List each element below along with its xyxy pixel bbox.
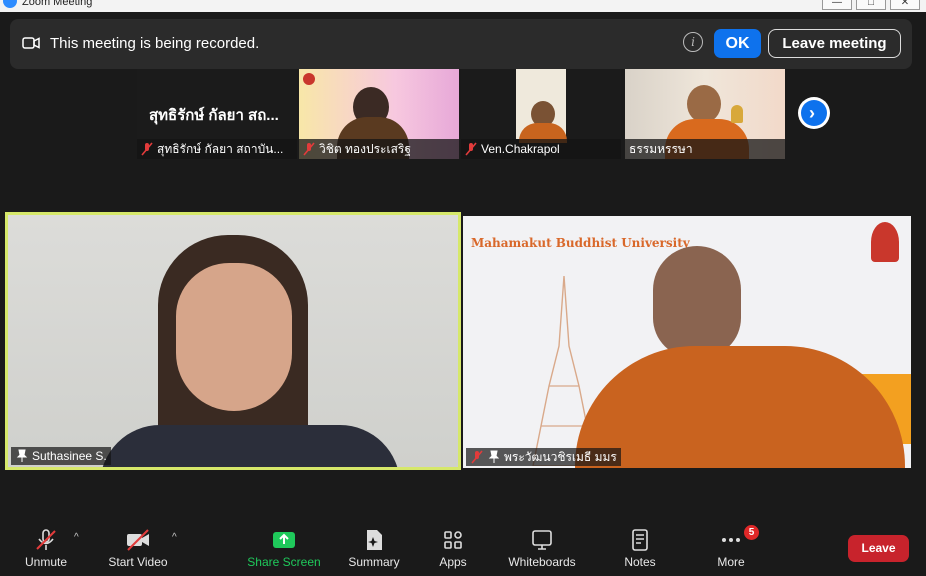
more-dots-icon: [722, 538, 740, 542]
recording-message: This meeting is being recorded.: [50, 35, 260, 52]
meeting-toolbar: Unmute ^ Start Video ^ Share Screen Summ…: [0, 520, 926, 576]
recording-banner: This meeting is being recorded. i OK Lea…: [10, 19, 912, 69]
participant-name: วิชิต ทองประเสริฐ: [319, 142, 411, 156]
notes-label: Notes: [624, 555, 656, 569]
virtual-background-title: Mahamakut Buddhist University: [471, 236, 690, 250]
summary-label: Summary: [348, 555, 400, 569]
video-off-icon: [127, 529, 149, 551]
start-video-label: Start Video: [108, 555, 168, 569]
participant-head: [687, 85, 721, 123]
maximize-button[interactable]: □: [856, 0, 886, 10]
participant-thumbnail[interactable]: สุทธิรักษ์ กัลยา สถ... สุทธิรักษ์ กัลยา …: [137, 69, 297, 159]
video-camera-icon: [22, 37, 40, 49]
zoom-logo-icon: [3, 0, 17, 8]
info-icon[interactable]: i: [683, 32, 703, 52]
participant-name-overlay: สุทธิรักษ์ กัลยา สถ...: [149, 107, 279, 124]
buddha-statue-icon: [731, 105, 743, 123]
chevron-right-icon: ›: [809, 103, 815, 123]
whiteboards-button[interactable]: Whiteboards: [506, 528, 578, 569]
participant-name: สุทธิรักษ์ กัลยา สถาบัน...: [157, 142, 284, 156]
apps-button[interactable]: Apps: [432, 528, 474, 569]
participant-name-bar: พระวัฒนวชิรเมธี มมร: [466, 448, 621, 466]
participant-name: ธรรมหรรษา: [629, 142, 693, 156]
participant-thumbnail[interactable]: Ven.Chakrapol: [461, 69, 621, 159]
apps-icon: [444, 531, 462, 549]
minimize-button[interactable]: —: [822, 0, 852, 10]
leave-button[interactable]: Leave: [848, 535, 909, 562]
start-video-button[interactable]: Start Video: [105, 528, 171, 569]
participant-name-bar: วิชิต ทองประเสริฐ: [299, 139, 459, 159]
next-page-button[interactable]: ›: [798, 97, 830, 129]
more-notification-badge: 5: [744, 525, 759, 540]
participant-name-bar: Ven.Chakrapol: [461, 139, 621, 159]
participant-body: [100, 425, 400, 467]
whiteboards-label: Whiteboards: [508, 555, 576, 569]
participant-name-bar: สุทธิรักษ์ กัลยา สถาบัน...: [137, 139, 297, 159]
title-bar: Zoom Meeting — □ ✕: [0, 0, 926, 12]
video-options-chevron-up-icon[interactable]: ^: [172, 532, 177, 543]
participant-name: พระวัฒนวชิรเมธี มมร: [504, 450, 617, 464]
pin-icon: [488, 450, 500, 463]
ok-button[interactable]: OK: [714, 29, 761, 58]
participant-name-bar: Suthasinee S.: [11, 447, 111, 465]
more-label: More: [717, 555, 745, 569]
share-screen-button[interactable]: Share Screen: [246, 528, 322, 569]
participant-name-bar: ธรรมหรรษา: [625, 139, 785, 159]
window-title: Zoom Meeting: [22, 0, 93, 8]
notes-button[interactable]: Notes: [620, 528, 660, 569]
university-emblem-icon: [871, 222, 899, 262]
leave-meeting-button[interactable]: Leave meeting: [768, 29, 901, 58]
participant-tile[interactable]: Mahamakut Buddhist University พระวัฒนวชิ…: [463, 216, 911, 468]
apps-label: Apps: [439, 555, 467, 569]
summary-icon: [367, 530, 382, 550]
participant-name: Ven.Chakrapol: [481, 142, 560, 156]
mic-muted-icon: [303, 142, 315, 156]
mic-muted-icon: [465, 142, 477, 156]
participant-thumbnail[interactable]: ธรรมหรรษา: [625, 69, 785, 159]
audio-options-chevron-up-icon[interactable]: ^: [74, 532, 79, 543]
emblem-icon: [303, 73, 315, 85]
mic-muted-icon: [36, 529, 56, 550]
participant-name: Suthasinee S.: [32, 449, 107, 463]
participant-head: [653, 246, 741, 358]
notes-icon: [632, 529, 648, 551]
participant-robe: [575, 346, 905, 468]
summary-button[interactable]: Summary: [344, 528, 404, 569]
mic-muted-icon: [471, 450, 483, 464]
active-speaker-tile[interactable]: Suthasinee S.: [5, 212, 461, 470]
mic-muted-icon: [141, 142, 153, 156]
share-screen-label: Share Screen: [247, 555, 321, 569]
participant-face: [176, 263, 292, 411]
close-window-button[interactable]: ✕: [890, 0, 920, 10]
unmute-button[interactable]: Unmute: [18, 528, 74, 569]
pin-icon: [16, 449, 28, 462]
whiteboard-icon: [532, 530, 552, 550]
unmute-label: Unmute: [24, 555, 68, 569]
share-screen-icon: [273, 532, 295, 548]
participant-thumbnail[interactable]: วิชิต ทองประเสริฐ: [299, 69, 459, 159]
